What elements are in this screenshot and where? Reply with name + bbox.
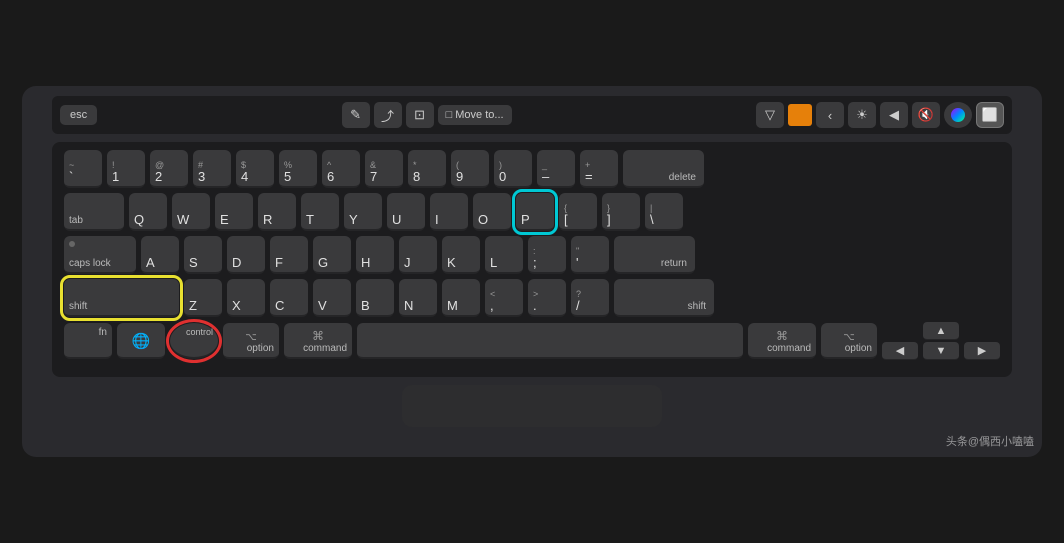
- tb-brightness-icon[interactable]: ☀: [848, 102, 876, 128]
- key-6[interactable]: ^6: [322, 150, 360, 188]
- watermark: 头条@偶西小嗑嗑: [946, 433, 1034, 449]
- key-r[interactable]: R: [258, 193, 296, 231]
- key-4[interactable]: $4: [236, 150, 274, 188]
- qwerty-row: tab Q W E R T Y U I O P {[ }] |\: [64, 193, 1000, 231]
- key-arrow-up[interactable]: ▲: [923, 322, 959, 340]
- key-p[interactable]: P: [516, 193, 554, 231]
- key-q[interactable]: Q: [129, 193, 167, 231]
- key-x[interactable]: X: [227, 279, 265, 317]
- key-arrow-left[interactable]: ◀: [882, 342, 918, 360]
- key-d[interactable]: D: [227, 236, 265, 274]
- key-z[interactable]: Z: [184, 279, 222, 317]
- key-j[interactable]: J: [399, 236, 437, 274]
- key-o[interactable]: O: [473, 193, 511, 231]
- key-option-left[interactable]: ⌥ option: [223, 323, 279, 359]
- key-minus[interactable]: _–: [537, 150, 575, 188]
- key-option-right[interactable]: ⌥ option: [821, 323, 877, 359]
- key-slash[interactable]: ?/: [571, 279, 609, 317]
- key-capslock[interactable]: caps lock: [64, 236, 136, 274]
- key-arrow-down[interactable]: ▼: [923, 342, 959, 360]
- tb-mute-icon[interactable]: 🔇: [912, 102, 940, 128]
- key-arrow-right[interactable]: ▶: [964, 342, 1000, 360]
- key-2[interactable]: @2: [150, 150, 188, 188]
- key-v[interactable]: V: [313, 279, 351, 317]
- key-m[interactable]: M: [442, 279, 480, 317]
- key-3[interactable]: #3: [193, 150, 231, 188]
- tb-trash-icon[interactable]: ⊡: [406, 102, 434, 128]
- key-i[interactable]: I: [430, 193, 468, 231]
- key-grave[interactable]: ~`: [64, 150, 102, 188]
- key-y[interactable]: Y: [344, 193, 382, 231]
- key-period[interactable]: >.: [528, 279, 566, 317]
- bottom-row: fn 🌐 control ⌥ option ⌘ command: [64, 322, 1000, 360]
- key-comma[interactable]: <,: [485, 279, 523, 317]
- key-g[interactable]: G: [313, 236, 351, 274]
- key-5[interactable]: %5: [279, 150, 317, 188]
- key-command-left[interactable]: ⌘ command: [284, 323, 352, 359]
- tb-share-icon[interactable]: ⤴: [374, 102, 402, 128]
- key-t[interactable]: T: [301, 193, 339, 231]
- arrow-cluster: ▲ ◀ ▼ ▶: [882, 322, 1000, 360]
- key-b[interactable]: B: [356, 279, 394, 317]
- tb-filter-icon[interactable]: ▽: [756, 102, 784, 128]
- key-tab[interactable]: tab: [64, 193, 124, 231]
- tb-moveto-label: □ Move to...: [446, 109, 504, 121]
- key-h[interactable]: H: [356, 236, 394, 274]
- key-c[interactable]: C: [270, 279, 308, 317]
- key-return[interactable]: return: [614, 236, 695, 274]
- key-e[interactable]: E: [215, 193, 253, 231]
- key-w[interactable]: W: [172, 193, 210, 231]
- key-a[interactable]: A: [141, 236, 179, 274]
- key-0[interactable]: )0: [494, 150, 532, 188]
- key-equals[interactable]: +=: [580, 150, 618, 188]
- key-shift-left[interactable]: shift: [64, 279, 179, 317]
- key-l[interactable]: L: [485, 236, 523, 274]
- key-9[interactable]: (9: [451, 150, 489, 188]
- zxcv-row: shift Z X C V B N M <, >. ?/ shift: [64, 279, 1000, 317]
- tb-back-icon[interactable]: ‹: [816, 102, 844, 128]
- tb-edit-icon[interactable]: ✎: [342, 102, 370, 128]
- key-7[interactable]: &7: [365, 150, 403, 188]
- key-globe[interactable]: 🌐: [117, 323, 165, 359]
- key-f[interactable]: F: [270, 236, 308, 274]
- tb-moveto-key[interactable]: □ Move to...: [438, 105, 512, 125]
- key-backslash[interactable]: |\: [645, 193, 683, 231]
- key-control[interactable]: control: [170, 323, 218, 359]
- key-8[interactable]: *8: [408, 150, 446, 188]
- key-quote[interactable]: "': [571, 236, 609, 274]
- laptop-wrapper: esc ✎ ⤴ ⊡ □ Move to... ▽ ‹ ☀ ◀ 🔇 ⬜ ~` !1…: [22, 86, 1042, 457]
- tb-siri-icon[interactable]: [944, 102, 972, 128]
- tb-touchid-icon[interactable]: ⬜: [976, 102, 1004, 128]
- tb-esc-key[interactable]: esc: [60, 105, 97, 125]
- key-s[interactable]: S: [184, 236, 222, 274]
- tb-flag-icon[interactable]: [788, 104, 812, 126]
- key-bracket-right[interactable]: }]: [602, 193, 640, 231]
- asdf-row: caps lock A S D F G H J K L :; "' return: [64, 236, 1000, 274]
- key-shift-right[interactable]: shift: [614, 279, 714, 317]
- touchpad[interactable]: [402, 385, 662, 427]
- key-delete[interactable]: delete: [623, 150, 704, 188]
- key-u[interactable]: U: [387, 193, 425, 231]
- number-row: ~` !1 @2 #3 $4 %5 ^6 &7 *8 (9 )0 _– += d…: [64, 150, 1000, 188]
- key-bracket-left[interactable]: {[: [559, 193, 597, 231]
- key-1[interactable]: !1: [107, 150, 145, 188]
- tb-volume-icon[interactable]: ◀: [880, 102, 908, 128]
- key-fn[interactable]: fn: [64, 323, 112, 359]
- touch-bar: esc ✎ ⤴ ⊡ □ Move to... ▽ ‹ ☀ ◀ 🔇 ⬜: [52, 96, 1012, 134]
- key-n[interactable]: N: [399, 279, 437, 317]
- key-command-right[interactable]: ⌘ command: [748, 323, 816, 359]
- key-spacebar[interactable]: [357, 323, 743, 359]
- keyboard: ~` !1 @2 #3 $4 %5 ^6 &7 *8 (9 )0 _– += d…: [52, 142, 1012, 377]
- key-k[interactable]: K: [442, 236, 480, 274]
- key-semicolon[interactable]: :;: [528, 236, 566, 274]
